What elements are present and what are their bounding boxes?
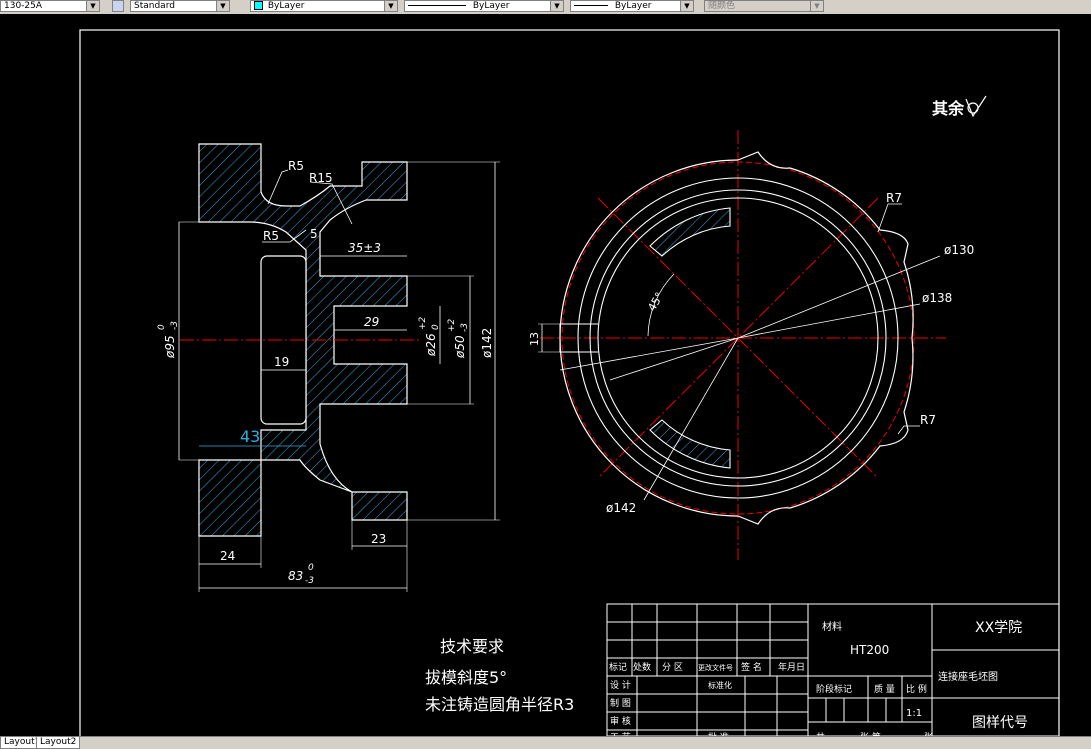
dia-26: ø26 [424,333,438,357]
dim-r7-top: R7 [886,191,902,205]
dia-50: ø50 [453,335,467,359]
dim-r5-left: R5 [263,229,279,243]
dim-43: 43 [240,427,260,446]
dim-24: 24 [220,549,235,563]
tb-school: XX学院 [975,620,1022,636]
tb-weight: 质 量 [874,683,895,695]
dia-142-side: ø142 [480,328,494,358]
tech-req-title: 技术要求 [440,637,504,656]
dim-29: 29 [364,315,379,329]
dim-83: 83 [288,569,303,583]
linetype-sample [408,5,466,6]
text-style-value: Standard [134,1,175,11]
dim-dia-142-front: ø142 [606,501,636,515]
dim-19: 19 [274,355,289,369]
dia-50-lower: -3 [460,323,470,332]
drawing-svg: 其余 R5 R15 R5 5 35±3 29 19 43 24 23 83 0 … [79,29,1060,746]
text-height-combo[interactable]: 130-25A ▼ [0,0,100,12]
dia-95: ø95 [163,335,177,359]
surface-note: 其余 [932,99,965,118]
dim-angle-45: 45° [645,290,666,313]
dia-95-upper: 0 [157,324,167,330]
tb-draw: 制 图 [610,697,631,709]
chevron-down-icon[interactable]: ▼ [86,1,99,11]
lineweight-value: ByLayer [614,1,652,11]
dia-50-upper: +2 [447,318,457,332]
tb-review: 审 核 [610,715,631,727]
chevron-down-icon[interactable]: ▼ [810,1,823,11]
tech-req-line2: 未注铸造圆角半径R3 [425,695,574,714]
dim-dia-138: ø138 [922,291,952,305]
tb-zone: 分 区 [662,662,683,673]
tb-material-value: HT200 [850,643,889,657]
dim-23: 23 [371,532,386,546]
dim-13: 13 [528,332,541,346]
tb-drawing-name: 连接座毛坯图 [938,670,998,683]
layout-tabs: Layout1 Layout2 [0,736,1091,749]
drawing-canvas[interactable]: 其余 R5 R15 R5 5 35±3 29 19 43 24 23 83 0 … [0,14,1091,746]
tab-layout2[interactable]: Layout2 [36,737,81,749]
tb-change-doc: 更改文件号 [698,663,733,672]
linetype-combo[interactable]: ByLayer ▼ [404,0,564,12]
dim-r15: R15 [309,171,333,185]
properties-toolbar: 130-25A ▼ Standard ▼ ByLayer ▼ ByLayer ▼… [0,0,1091,15]
text-style-combo[interactable]: Standard ▼ [130,0,230,12]
chevron-down-icon[interactable]: ▼ [680,1,693,11]
dim-83-lower: -3 [305,576,314,586]
tb-drawing-code-label: 图样代号 [972,715,1028,731]
tech-req-line1: 拔模斜度5° [425,668,507,687]
linetype-value: ByLayer [472,1,510,11]
dia-95-lower: -3 [170,321,180,330]
tb-design: 设 计 [610,679,631,691]
dia-26-lower: 0 [431,324,441,330]
tb-scale: 比 例 [906,683,927,695]
tb-stage-mark: 阶段标记 [816,683,852,695]
chevron-down-icon[interactable]: ▼ [216,1,229,11]
plot-style-value: 随颜色 [708,1,736,11]
dia-26-upper: +2 [418,316,428,330]
dim-dia-130: ø130 [944,243,974,257]
chevron-down-icon[interactable]: ▼ [384,1,397,11]
dim-35: 35±3 [348,241,381,255]
color-swatch-icon [254,1,263,10]
tb-count: 处数 [633,661,651,673]
dim-r7-bottom: R7 [920,413,936,427]
lineweight-combo[interactable]: ByLayer ▼ [570,0,694,12]
tb-mark: 标记 [609,661,627,673]
tb-standardize: 标准化 [708,680,732,690]
section-view [178,143,500,592]
tb-date: 年月日 [778,661,805,673]
text-height-value: 130-25A [4,1,43,11]
front-view [538,130,946,560]
color-value: ByLayer [267,1,305,11]
color-combo[interactable]: ByLayer ▼ [250,0,398,12]
dim-r5-top: R5 [288,159,304,173]
sheet-frame [79,29,1060,746]
roughness-icon [965,95,987,118]
tb-sign: 签 名 [741,661,762,673]
dim-83-upper: 0 [308,563,314,573]
plot-style-combo[interactable]: 随颜色 ▼ [704,0,824,12]
lineweight-sample [574,5,608,6]
tb-material-label: 材料 [822,620,842,633]
text-style-icon[interactable] [112,0,124,12]
tb-scale-value: 1:1 [906,708,922,719]
dim-five: 5 [310,227,318,241]
chevron-down-icon[interactable]: ▼ [550,1,563,11]
